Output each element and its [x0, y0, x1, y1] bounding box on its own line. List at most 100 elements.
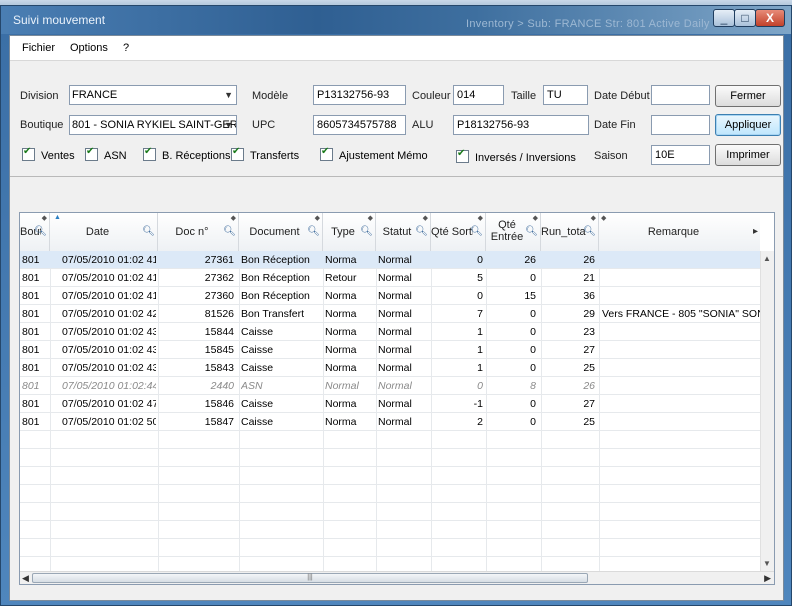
title-bar[interactable]: Suivi mouvement Inventory > Sub: FRANCE …: [1, 6, 791, 34]
table-row[interactable]: 801 07/05/2010 01:02 43 15845 Caisse Norma No…: [20, 341, 760, 359]
saison-input[interactable]: 10E: [651, 145, 710, 165]
checkbox-checked-icon: [456, 148, 469, 163]
cell-qte-entree: 0: [530, 398, 536, 410]
menu-help[interactable]: ?: [123, 42, 129, 54]
scroll-right-icon[interactable]: ▶: [764, 573, 771, 584]
chevron-down-icon: ▼: [224, 90, 233, 100]
sort-icon: ◆: [230, 215, 236, 222]
cell-run-total: 25: [583, 362, 595, 374]
cell-type: Norma: [325, 362, 357, 374]
ajustement-memo-checkbox[interactable]: Ajustement Mémo: [320, 146, 428, 162]
cell-qte-sortie: -1: [473, 398, 483, 410]
cell-run-total: 26: [583, 380, 595, 392]
cell-document: Caisse: [241, 362, 274, 374]
menu-options[interactable]: Options: [70, 42, 108, 54]
col-header-statut[interactable]: Statut 🔍︎ ◆: [376, 213, 431, 251]
table-row[interactable]: 801 07/05/2010 01:02:44 2440 ASN Normal Norma…: [20, 377, 760, 395]
date-debut-input[interactable]: [651, 85, 710, 105]
table-row[interactable]: 801 07/05/2010 01:02 42 81526 Bon Transfert…: [20, 305, 760, 323]
couleur-input[interactable]: 014: [453, 85, 504, 105]
col-header-type[interactable]: Type 🔍︎ ◆: [323, 213, 376, 251]
cell-date: 07/05/2010 01:02 41: [62, 254, 156, 266]
table-row[interactable]: 801 07/05/2010 01:02 43 15843 Caisse Norma No…: [20, 359, 760, 377]
ventes-checkbox[interactable]: Ventes: [22, 146, 75, 162]
modele-label: Modèle: [252, 90, 289, 102]
cell-qte-entree: 0: [530, 308, 536, 320]
inverses-checkbox[interactable]: Inversés / Inversions: [456, 148, 576, 164]
search-icon[interactable]: 🔍︎: [142, 226, 155, 237]
table-row[interactable]: 801 07/05/2010 01:02 47 15846 Caisse Norma No…: [20, 395, 760, 413]
table-row[interactable]: [20, 449, 760, 467]
table-row[interactable]: [20, 521, 760, 539]
col-header-qte-sortie[interactable]: Qté Sortie🔍︎◆: [431, 213, 486, 251]
col-header-run-total[interactable]: Run_total 🔍︎ ◆: [541, 213, 599, 251]
cell-doc-no: 81526: [204, 308, 234, 320]
search-icon[interactable]: 🔍︎: [360, 226, 373, 237]
search-icon[interactable]: 🔍︎: [583, 226, 596, 237]
cell-qte-sortie: 5: [477, 272, 483, 284]
cell-doc-no: 27361: [204, 254, 234, 266]
fermer-button[interactable]: Fermer: [715, 85, 781, 107]
scroll-down-icon[interactable]: ▼: [763, 559, 771, 568]
col-header-date[interactable]: Date 🔍︎ ▲: [50, 213, 158, 251]
checkbox-checked-icon: [143, 146, 156, 161]
modele-input[interactable]: P13132756-93: [313, 85, 406, 105]
vertical-scrollbar[interactable]: ▲ ▼: [760, 251, 774, 571]
col-header-remarque[interactable]: Remarque ▸ ◆: [599, 213, 760, 251]
imprimer-button[interactable]: Imprimer: [715, 144, 781, 166]
ajustement-memo-label: Ajustement Mémo: [339, 150, 428, 162]
cell-document: Bon Réception: [241, 272, 310, 284]
cell-qte-sortie: 1: [477, 362, 483, 374]
grid-header: Boutiq🔍︎◆ Date🔍︎▲ Doc n°🔍︎◆ Document🔍︎◆ …: [20, 213, 760, 252]
sort-asc-icon: ▲: [54, 214, 61, 221]
table-row[interactable]: 801 07/05/2010 01:02 41 27361 Bon Réception…: [20, 251, 760, 269]
search-icon[interactable]: 🔍︎: [223, 226, 236, 237]
maximize-button[interactable]: □: [734, 9, 756, 27]
cell-document: Bon Réception: [241, 254, 310, 266]
alu-input[interactable]: P18132756-93: [453, 115, 589, 135]
boutique-select[interactable]: 801 - SONIA RYKIEL SAINT-GERMAIN ▼: [69, 115, 237, 135]
col-header-doc-no[interactable]: Doc n° 🔍︎ ◆: [158, 213, 239, 251]
asn-checkbox[interactable]: ASN: [85, 146, 127, 162]
transferts-checkbox[interactable]: Transferts: [231, 146, 299, 162]
close-button[interactable]: X: [755, 9, 785, 27]
cell-boutique: 801: [22, 398, 40, 410]
appliquer-button[interactable]: Appliquer: [715, 114, 781, 136]
cell-statut: Normal: [378, 344, 412, 356]
col-header-document[interactable]: Document 🔍︎ ◆: [239, 213, 323, 251]
cell-qte-sortie: 0: [477, 290, 483, 302]
table-row[interactable]: 801 07/05/2010 01:02 50 15847 Caisse Norma No…: [20, 413, 760, 431]
table-row[interactable]: 801 07/05/2010 01:02 41 27360 Bon Réception…: [20, 287, 760, 305]
search-icon[interactable]: 🔍︎: [415, 226, 428, 237]
search-icon[interactable]: 🔍︎: [525, 226, 538, 237]
scroll-up-icon[interactable]: ▲: [763, 254, 771, 263]
cell-run-total: 25: [583, 416, 595, 428]
search-icon[interactable]: 🔍︎: [470, 226, 483, 237]
table-row[interactable]: 801 07/05/2010 01:02 41 27362 Bon Réception…: [20, 269, 760, 287]
col-header-qte-entree[interactable]: Qté Entrée 🔍︎ ◆: [486, 213, 541, 251]
search-icon[interactable]: 🔍︎: [307, 226, 320, 237]
table-row[interactable]: 801 07/05/2010 01:02 43 15844 Caisse Norma No…: [20, 323, 760, 341]
cell-qte-entree: 0: [530, 344, 536, 356]
upc-input[interactable]: 8605734575788: [313, 115, 406, 135]
divider: [10, 176, 783, 177]
receptions-checkbox[interactable]: B. Réceptions: [143, 146, 230, 162]
taille-input[interactable]: TU: [543, 85, 588, 105]
scroll-left-icon[interactable]: ◀: [22, 573, 29, 584]
cell-document: Caisse: [241, 398, 274, 410]
date-fin-input[interactable]: [651, 115, 710, 135]
search-icon[interactable]: 🔍︎: [34, 226, 47, 237]
table-row[interactable]: [20, 539, 760, 557]
cell-statut: Normal: [378, 308, 412, 320]
cell-run-total: 27: [583, 398, 595, 410]
horizontal-scrollbar[interactable]: ◀ ||| ▶: [20, 571, 774, 584]
col-header-boutique[interactable]: Boutiq🔍︎◆: [20, 213, 50, 251]
menu-fichier[interactable]: Fichier: [22, 42, 55, 54]
division-select[interactable]: FRANCE ▼: [69, 85, 237, 105]
table-row[interactable]: [20, 503, 760, 521]
minimize-button[interactable]: _: [713, 9, 735, 27]
table-row[interactable]: [20, 431, 760, 449]
table-row[interactable]: [20, 467, 760, 485]
table-row[interactable]: [20, 485, 760, 503]
horizontal-scroll-thumb[interactable]: |||: [32, 573, 588, 583]
